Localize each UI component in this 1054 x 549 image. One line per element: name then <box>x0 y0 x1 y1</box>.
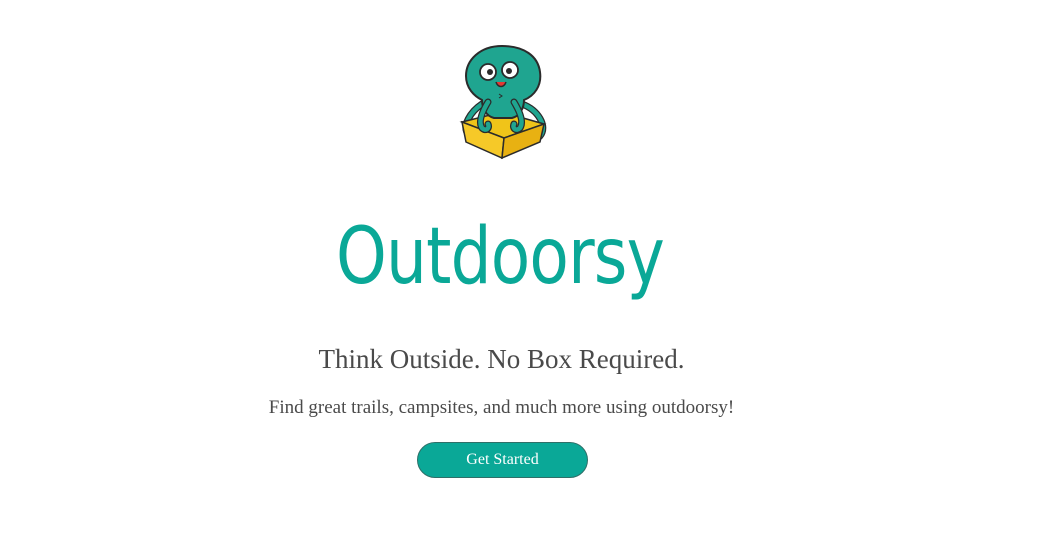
hero-tagline: Think Outside. No Box Required. <box>318 344 685 374</box>
wordmark-graphic: Outdoorsy <box>336 212 665 302</box>
brand-wordmark-text: Outdoorsy <box>336 212 664 302</box>
octopus-in-box-icon <box>452 42 554 160</box>
brand-wordmark: Outdoorsy <box>334 205 670 315</box>
get-started-button[interactable]: Get Started <box>417 442 588 478</box>
hero-subline: Find great trails, campsites, and much m… <box>268 397 735 418</box>
